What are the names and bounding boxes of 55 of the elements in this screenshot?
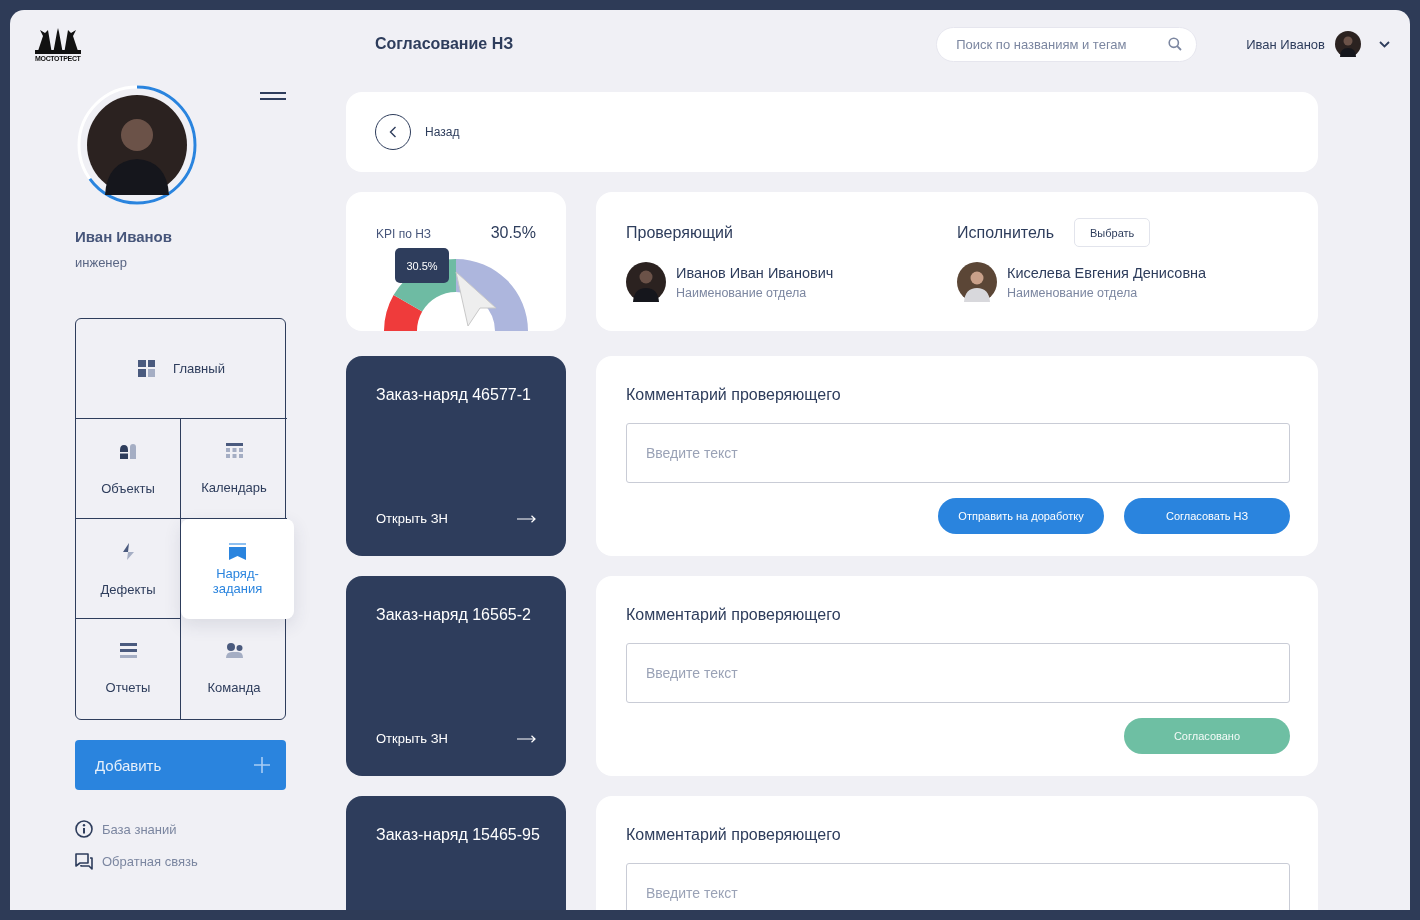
dashboard-icon — [138, 359, 156, 377]
avatar — [626, 262, 666, 302]
choose-button[interactable]: Выбрать — [1074, 218, 1151, 247]
chat-icon — [75, 853, 93, 870]
comment-title: Комментарий проверяющего — [626, 386, 842, 404]
kpi-title: KPI по НЗ — [376, 227, 432, 241]
comment-title: Комментарий проверяющего — [626, 606, 842, 624]
nav-item[interactable]: Команда — [181, 619, 287, 719]
objects-icon — [120, 443, 136, 459]
menu-icon[interactable] — [260, 92, 286, 100]
search-icon — [1168, 36, 1183, 51]
chevron-down-icon[interactable] — [1379, 40, 1390, 48]
profile-role: инженер — [75, 255, 128, 270]
nav-item[interactable]: Наряд-задания — [181, 519, 294, 619]
calendar-icon — [225, 443, 243, 458]
person-name: Киселева Евгения Денисовна — [1007, 264, 1207, 281]
reviewer-heading: Проверяющий — [626, 223, 733, 242]
order-title: Заказ-наряд 16565-2 — [376, 606, 532, 624]
action-button[interactable]: Согласовать НЗ — [1124, 498, 1290, 534]
arrow-right-icon — [517, 514, 536, 523]
comment-title: Комментарий проверяющего — [626, 826, 842, 844]
nav-item[interactable]: Отчеты — [76, 619, 181, 719]
lightning-icon — [122, 543, 134, 560]
department-name: Наименование отдела — [676, 285, 808, 300]
list-icon — [119, 643, 137, 658]
action-button[interactable]: Отправить на доработку — [938, 498, 1104, 534]
comment-field[interactable]: Введите текст — [626, 643, 1290, 703]
chart-tooltip: 30.5% — [395, 248, 449, 283]
open-order-link[interactable]: Открыть ЗН — [376, 731, 536, 746]
kpi-value: 30.5% — [490, 224, 536, 242]
chevron-left-icon — [389, 126, 397, 138]
avatar — [957, 262, 997, 302]
bridge-logo-icon — [35, 28, 81, 54]
order-title: Заказ-наряд 46577-1 — [376, 386, 532, 404]
team-icon — [225, 643, 243, 658]
back-label[interactable]: Назад — [425, 125, 460, 139]
info-icon — [75, 820, 93, 838]
profile-name: Иван Иванов — [75, 228, 173, 245]
avatar[interactable] — [1335, 31, 1361, 57]
nav-item[interactable]: Объекты — [76, 419, 181, 519]
plus-icon — [254, 757, 270, 773]
user-name: Иван Иванов — [1246, 36, 1325, 52]
department-name: Наименование отдела — [1007, 285, 1139, 300]
nav-item[interactable]: Главный — [76, 319, 287, 419]
arrow-right-icon — [517, 734, 536, 743]
executor-heading: Исполнитель — [957, 223, 1054, 242]
cursor-icon — [454, 270, 498, 328]
back-button[interactable] — [375, 114, 411, 150]
person-name: Иванов Иван Иванович — [676, 264, 834, 281]
comment-field[interactable]: Введите текст — [626, 863, 1290, 910]
comment-field[interactable]: Введите текст — [626, 423, 1290, 483]
search-field[interactable]: Поиск по названиям и тегам — [936, 26, 1198, 62]
page-title: Согласование НЗ — [375, 35, 514, 53]
bookmark-icon — [229, 543, 246, 560]
open-order-link[interactable]: Открыть ЗН — [376, 511, 536, 526]
